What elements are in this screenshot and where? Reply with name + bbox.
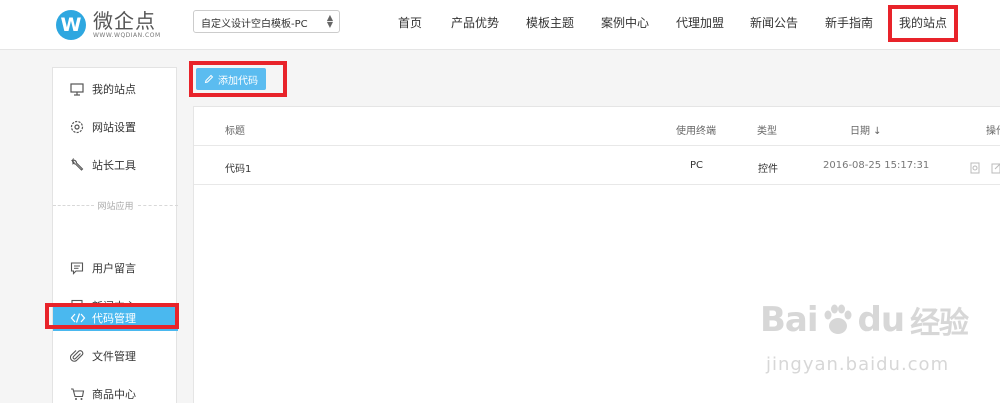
row-separator: [194, 184, 1000, 185]
column-header-terminal: 使用终端: [676, 126, 716, 137]
page: W 微企点 WWW.WQDIAN.COM 自定义设计空白模板-PC ▲ ▼ 首页 …: [0, 0, 1000, 403]
edit-icon[interactable]: [991, 159, 1000, 178]
monitor-icon: [70, 82, 92, 96]
nav-case-center[interactable]: 案例中心: [601, 14, 649, 31]
column-header-actions: 操作: [986, 126, 1000, 137]
column-header-date[interactable]: 日期 ↓: [850, 122, 882, 137]
site-logo[interactable]: W 微企点 WWW.WQDIAN.COM: [56, 6, 161, 44]
logo-url: WWW.WQDIAN.COM: [93, 32, 161, 39]
row-date: 2016-08-25 15:17:31: [823, 160, 930, 171]
cart-icon: [70, 387, 92, 401]
sidebar-item-label: 网站设置: [92, 121, 136, 134]
sidebar-item-product-center[interactable]: 商品中心: [53, 381, 178, 403]
watermark-bai: Bai: [760, 300, 819, 340]
nav-my-site-highlight: [888, 5, 958, 42]
nav-agent-join[interactable]: 代理加盟: [676, 14, 724, 31]
column-header-title: 标题: [225, 126, 245, 137]
nav-beginner-guide[interactable]: 新手指南: [825, 14, 873, 31]
preview-icon[interactable]: [970, 159, 981, 178]
nav-template-themes[interactable]: 模板主题: [526, 14, 574, 31]
row-terminal: PC: [690, 160, 704, 171]
code-management-highlight: [45, 303, 179, 329]
top-header: W 微企点 WWW.WQDIAN.COM 自定义设计空白模板-PC ▲ ▼ 首页 …: [0, 0, 1000, 50]
wrench-icon: [70, 158, 92, 172]
logo-mark: W: [56, 10, 86, 40]
select-caret-icon: ▲ ▼: [326, 13, 333, 29]
template-select[interactable]: 自定义设计空白模板-PC ▲ ▼: [193, 10, 340, 33]
sidebar-item-label: 商品中心: [92, 388, 136, 401]
paw-icon: [824, 304, 852, 334]
nav-product-advantages[interactable]: 产品优势: [451, 14, 499, 31]
logo-name: 微企点: [93, 9, 156, 33]
paperclip-icon: [70, 349, 92, 363]
add-code-button-highlight: [189, 61, 287, 97]
sidebar-section-label: 网站应用: [97, 201, 134, 212]
watermark-url: jingyan.baidu.com: [766, 354, 950, 375]
nav-home[interactable]: 首页: [398, 14, 422, 31]
sidebar-item-webmaster-tools[interactable]: 站长工具: [53, 152, 178, 178]
row-title[interactable]: 代码1: [225, 160, 251, 175]
sidebar-item-label: 站长工具: [92, 159, 136, 172]
sidebar-section-divider: 网站应用: [53, 197, 179, 213]
sidebar-item-label: 文件管理: [92, 350, 136, 363]
template-select-value: 自定义设计空白模板-PC: [201, 19, 308, 30]
baidu-jingyan-watermark: Bai du 经验 jingyan.baidu.com: [760, 298, 980, 388]
sidebar: 我的站点 网站设置 站长工具 网站应用 用户留言 代码管理 文件管理 商品中心: [52, 67, 179, 403]
sidebar-item-my-site[interactable]: 我的站点: [53, 76, 178, 102]
header-separator: [194, 145, 1000, 146]
watermark-du: du: [857, 300, 906, 340]
row-type: 控件: [758, 164, 778, 175]
sidebar-item-label: 我的站点: [92, 83, 136, 96]
column-header-type: 类型: [757, 126, 777, 137]
gear-icon: [70, 120, 92, 134]
nav-news-announcements[interactable]: 新闻公告: [750, 14, 798, 31]
sidebar-item-file-management[interactable]: 文件管理: [53, 343, 178, 369]
watermark-jingyan: 经验: [910, 306, 969, 341]
sidebar-item-site-settings[interactable]: 网站设置: [53, 114, 178, 140]
